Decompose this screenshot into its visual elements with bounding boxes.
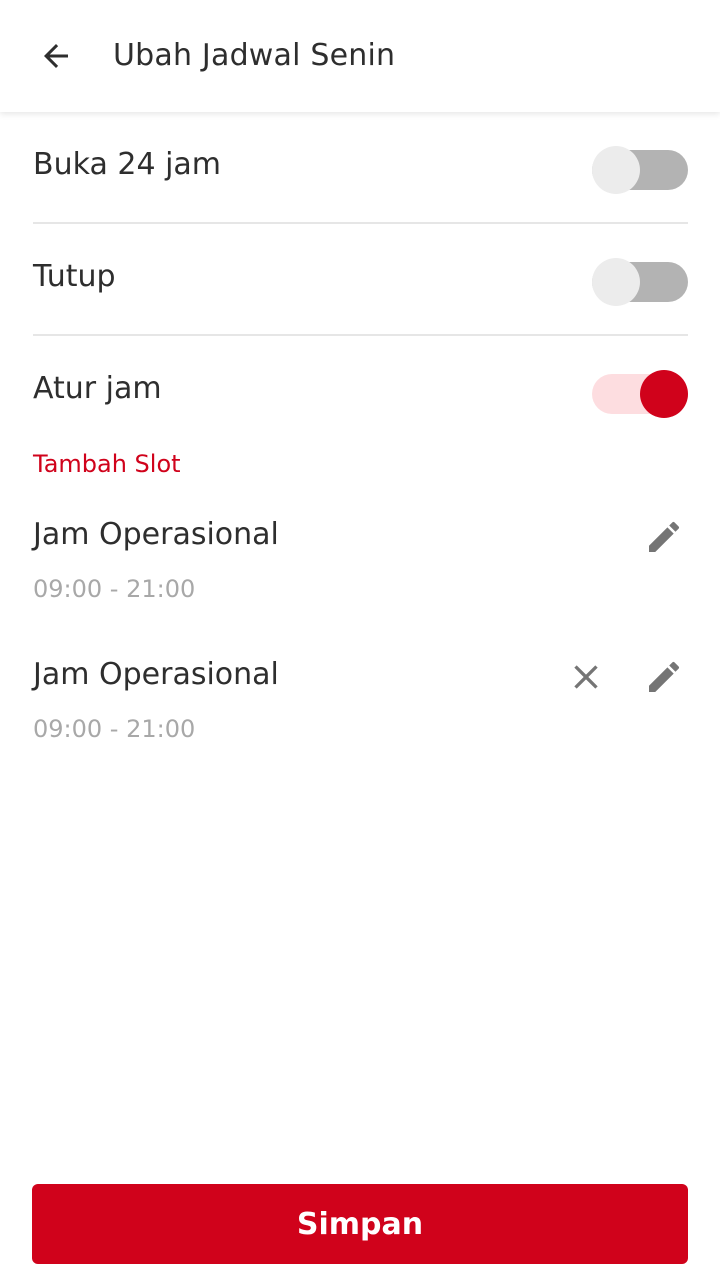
save-button[interactable]: Simpan [32, 1184, 688, 1264]
option-label: Buka 24 jam [33, 147, 222, 182]
slot-time: 09:00 - 21:00 [33, 575, 196, 603]
page-title: Ubah Jadwal Senin [113, 38, 396, 73]
slot-title: Jam Operasional [33, 517, 279, 552]
slot-time: 09:00 - 21:00 [33, 715, 196, 743]
toggle-thumb [592, 258, 640, 306]
back-button[interactable] [24, 30, 88, 82]
schedule-edit-screen: Ubah Jadwal Senin Buka 24 jam Tutup Atur… [0, 0, 720, 1280]
open-24h-toggle[interactable] [592, 146, 688, 194]
toggle-thumb [592, 146, 640, 194]
option-set-hours: Atur jam [33, 336, 688, 448]
close-icon [574, 665, 598, 689]
edit-slot-button[interactable] [642, 655, 686, 699]
edit-slot-button[interactable] [642, 515, 686, 559]
remove-slot-button[interactable] [564, 655, 608, 699]
time-slot: Jam Operasional 09:00 - 21:00 [33, 657, 688, 767]
app-bar: Ubah Jadwal Senin [0, 0, 720, 112]
option-open-24h: Buka 24 jam [33, 112, 688, 224]
closed-toggle[interactable] [592, 258, 688, 306]
slot-title: Jam Operasional [33, 657, 279, 692]
pencil-icon [649, 521, 680, 552]
toggle-thumb [640, 370, 688, 418]
option-label: Tutup [33, 259, 116, 294]
arrow-left-icon [44, 44, 68, 68]
pencil-icon [649, 661, 680, 692]
option-label: Atur jam [33, 371, 162, 406]
add-slot-link[interactable]: Tambah Slot [33, 450, 181, 478]
option-closed: Tutup [33, 224, 688, 336]
set-hours-toggle[interactable] [592, 370, 688, 418]
time-slot: Jam Operasional 09:00 - 21:00 [33, 517, 688, 627]
